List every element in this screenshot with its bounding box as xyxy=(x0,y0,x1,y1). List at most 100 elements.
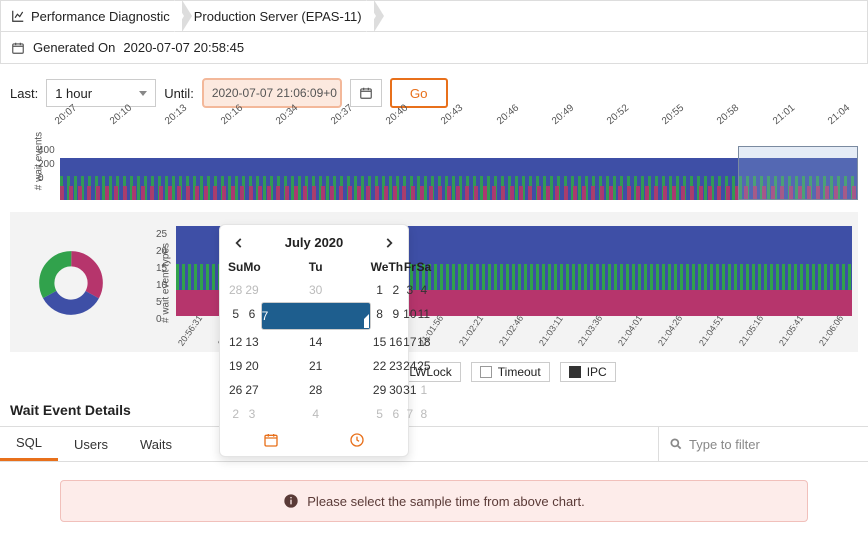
calendar-day[interactable]: 10 xyxy=(403,302,416,330)
chart2-xtick: 20:56:31 xyxy=(176,313,204,347)
chart2-xtick: 21:03:36 xyxy=(576,313,604,347)
time-controls: Last: 1 hour Until: 2020-07-07 21:06:09+… xyxy=(10,78,868,108)
wait-type-donut xyxy=(16,218,126,348)
go-button[interactable]: Go xyxy=(390,78,448,108)
calendar-day[interactable]: 18 xyxy=(417,330,432,354)
chart-line-icon xyxy=(11,9,25,23)
calendar-day[interactable]: 6 xyxy=(243,302,260,330)
calendar-dow: Su xyxy=(228,256,243,278)
filter-input[interactable]: Type to filter xyxy=(658,427,868,461)
calendar-day[interactable]: 23 xyxy=(388,354,403,378)
breadcrumb-server[interactable]: Production Server (EPAS-11) xyxy=(184,1,374,31)
tab-waits[interactable]: Waits xyxy=(124,429,188,460)
wait-events-chart[interactable]: 20:0720:1020:1320:1620:3420:3720:4020:43… xyxy=(10,116,858,206)
calendar-dow: Fr xyxy=(403,256,416,278)
calendar-day[interactable]: 25 xyxy=(417,354,432,378)
calendar-dow: We xyxy=(371,256,389,278)
search-icon xyxy=(669,437,683,451)
breadcrumb-root[interactable]: Performance Diagnostic xyxy=(1,1,182,31)
last-select[interactable]: 1 hour xyxy=(46,79,156,107)
calendar-day[interactable]: 11 xyxy=(417,302,432,330)
legend-label: IPC xyxy=(587,365,607,379)
calendar-day[interactable]: 4 xyxy=(417,278,432,302)
calendar-button[interactable] xyxy=(350,79,382,107)
chart1-brush[interactable] xyxy=(738,146,858,200)
calendar-day[interactable]: 1 xyxy=(371,278,389,302)
chart2-ytick: 15 xyxy=(156,260,167,277)
calendar-day[interactable]: 9 xyxy=(388,302,403,330)
calendar-day[interactable]: 8 xyxy=(417,402,432,426)
calendar-day[interactable]: 28 xyxy=(228,278,243,302)
calendar-day[interactable]: 30 xyxy=(261,278,371,302)
chart-legend: CPUIOLWLockTimeoutIPC xyxy=(0,362,868,382)
calendar-dow: Mo xyxy=(243,256,260,278)
calendar-day[interactable]: 22 xyxy=(371,354,389,378)
tab-sql[interactable]: SQL xyxy=(0,427,58,461)
until-value: 2020-07-07 21:06:09+0 xyxy=(212,86,337,100)
alert-text: Please select the sample time from above… xyxy=(307,494,584,509)
chart1-ytick: 0 xyxy=(38,172,55,186)
chart2-ytick: 25 xyxy=(156,226,167,243)
calendar-clock-icon[interactable] xyxy=(349,432,365,448)
generated-value: 2020-07-07 20:58:45 xyxy=(123,40,244,55)
calendar-dow: Sa xyxy=(417,256,432,278)
chart2-xtick: 21:04:51 xyxy=(697,313,725,347)
calendar-day[interactable]: 30 xyxy=(388,378,403,402)
calendar-day[interactable]: 16 xyxy=(388,330,403,354)
calendar-day[interactable]: 31 xyxy=(403,378,416,402)
calendar-day[interactable]: 4 xyxy=(261,402,371,426)
chart2-xtick: 21:04:26 xyxy=(656,313,684,347)
calendar-day[interactable]: 14 xyxy=(261,330,371,354)
tab-users[interactable]: Users xyxy=(58,429,124,460)
calendar-day[interactable]: 19 xyxy=(228,354,243,378)
legend-label: Timeout xyxy=(498,365,541,379)
calendar-day[interactable]: 12 xyxy=(228,330,243,354)
calendar-day[interactable]: 6 xyxy=(388,402,403,426)
calendar-day[interactable]: 2 xyxy=(388,278,403,302)
calendar-day[interactable]: 7 xyxy=(261,302,371,330)
calendar-day[interactable]: 1 xyxy=(417,378,432,402)
calendar-day[interactable]: 27 xyxy=(243,378,260,402)
calendar-day[interactable]: 20 xyxy=(243,354,260,378)
calendar-day[interactable]: 21 xyxy=(261,354,371,378)
calendar-day[interactable]: 2 xyxy=(228,402,243,426)
calendar-day[interactable]: 29 xyxy=(243,278,260,302)
legend-swatch xyxy=(569,366,581,378)
chart2-ytick: 10 xyxy=(156,277,167,294)
datepicker-popup: July 2020 SuMoTuWeThFrSa2829301234567891… xyxy=(219,224,409,457)
filter-placeholder: Type to filter xyxy=(689,437,760,452)
until-input[interactable]: 2020-07-07 21:06:09+0 xyxy=(202,78,342,108)
calendar-dow: Tu xyxy=(261,256,371,278)
info-icon xyxy=(283,493,299,509)
calendar-day[interactable]: 5 xyxy=(371,402,389,426)
breadcrumb-label: Performance Diagnostic xyxy=(31,9,170,24)
calendar-icon xyxy=(11,41,25,55)
calendar-day[interactable]: 24 xyxy=(403,354,416,378)
chart2-xtick: 21:02:21 xyxy=(457,313,485,347)
legend-item[interactable]: Timeout xyxy=(471,362,550,382)
calendar-day[interactable]: 8 xyxy=(371,302,389,330)
calendar-day[interactable]: 3 xyxy=(243,402,260,426)
calendar-day[interactable]: 3 xyxy=(403,278,416,302)
calendar-day[interactable]: 5 xyxy=(228,302,243,330)
calendar-day[interactable]: 26 xyxy=(228,378,243,402)
calendar-day[interactable]: 15 xyxy=(371,330,389,354)
calendar-day[interactable]: 29 xyxy=(371,378,389,402)
legend-item[interactable]: IPC xyxy=(560,362,616,382)
breadcrumb: Performance Diagnostic Production Server… xyxy=(0,0,868,32)
calendar-today-icon[interactable] xyxy=(263,432,279,448)
chart2-xtick: 21:06:06 xyxy=(817,313,845,347)
wait-event-details-title: Wait Event Details xyxy=(0,398,868,422)
calendar-day[interactable]: 28 xyxy=(261,378,371,402)
chart1-ytick: 200 xyxy=(38,158,55,172)
next-month-button[interactable] xyxy=(382,236,396,250)
calendar-day[interactable]: 13 xyxy=(243,330,260,354)
calendar-day[interactable]: 17 xyxy=(403,330,416,354)
last-label: Last: xyxy=(10,86,38,101)
calendar-day[interactable]: 7 xyxy=(403,402,416,426)
legend-swatch xyxy=(480,366,492,378)
select-sample-alert: Please select the sample time from above… xyxy=(60,480,808,522)
chart2-ytick: 20 xyxy=(156,243,167,260)
chart2-xtick: 21:02:46 xyxy=(497,313,525,347)
prev-month-button[interactable] xyxy=(232,236,246,250)
